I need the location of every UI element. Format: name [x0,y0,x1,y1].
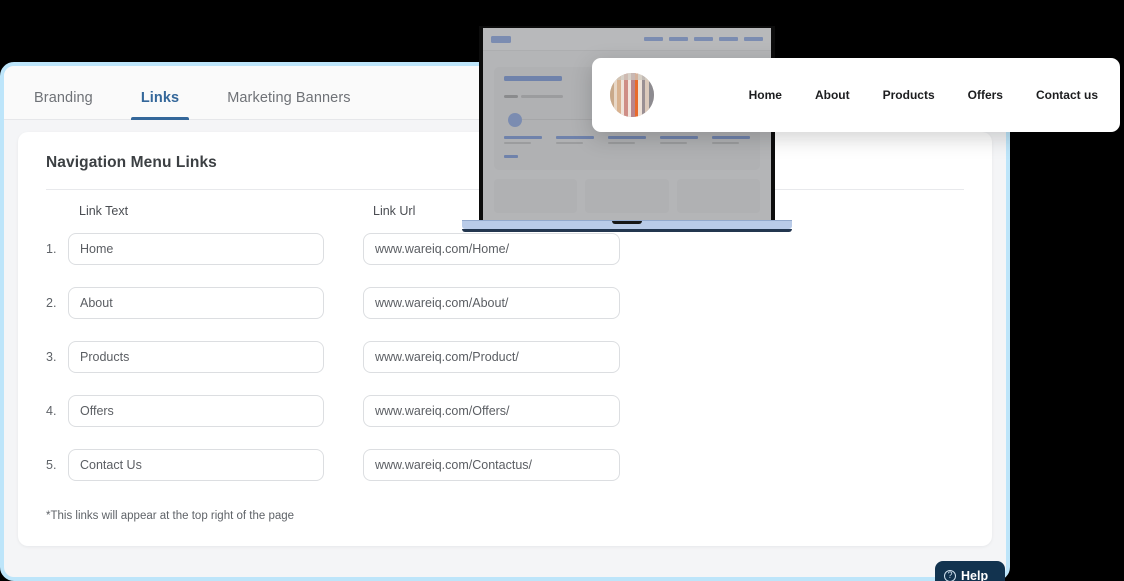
link-url-input[interactable]: www.wareiq.com/Contactus/ [363,449,620,481]
preview-link-products[interactable]: Products [883,88,935,102]
mock-card-row [494,179,760,213]
mock-nav-item [694,37,713,41]
mock-card [494,179,578,213]
row-index: 5. [46,458,57,472]
mock-nav-item [744,37,763,41]
mock-step-label [712,135,750,144]
link-url-input[interactable]: www.wareiq.com/Home/ [363,233,620,265]
table-row: 5. Contact Us www.wareiq.com/Contactus/ [46,438,964,492]
mock-nav-item [669,37,688,41]
mock-heading-bar [504,76,562,81]
help-circle-icon: ? [944,570,956,581]
column-header-link-text: Link Text [79,204,129,218]
tab-marketing-banners[interactable]: Marketing Banners [217,90,360,119]
link-text-input[interactable]: Contact Us [68,449,324,481]
preview-link-about[interactable]: About [815,88,850,102]
table-row: 3. Products www.wareiq.com/Product/ [46,330,964,384]
preview-link-contact-us[interactable]: Contact us [1036,88,1098,102]
mock-step-label [608,135,646,144]
mock-nav-placeholders [644,37,763,41]
link-text-input[interactable]: Products [68,341,324,373]
link-text-input[interactable]: Offers [68,395,324,427]
mock-nav-item [719,37,738,41]
laptop-base-shadow [462,229,792,232]
avatar-artwork [610,73,654,117]
row-index: 3. [46,350,57,364]
laptop-base [462,220,792,229]
navbar-preview-card: Home About Products Offers Contact us [592,58,1120,132]
mock-step-label [660,135,698,144]
link-url-input[interactable]: www.wareiq.com/About/ [363,287,620,319]
tab-links[interactable]: Links [130,90,190,120]
link-text-input[interactable]: Home [68,233,324,265]
row-index: 2. [46,296,57,310]
mock-step-label [556,135,594,144]
mock-site-header [483,28,771,51]
mock-step-dot [508,112,522,127]
link-url-input[interactable]: www.wareiq.com/Offers/ [363,395,620,427]
footnote: *This links will appear at the top right… [46,510,295,522]
mock-card [585,179,669,213]
tab-branding[interactable]: Branding [24,90,103,119]
mock-subtext-bar [521,94,563,98]
link-url-input[interactable]: www.wareiq.com/Product/ [363,341,620,373]
help-button[interactable]: ? Help [935,561,1005,581]
mock-logo-placeholder [491,35,511,43]
mock-card [676,179,760,213]
row-index: 1. [46,242,57,256]
preview-link-home[interactable]: Home [749,88,782,102]
row-index: 4. [46,404,57,418]
link-text-input[interactable]: About [68,287,324,319]
screenshot-root: Branding Links Marketing Banners Navigat… [0,0,1124,581]
table-row: 4. Offers www.wareiq.com/Offers/ [46,384,964,438]
mock-step-label [504,135,542,144]
mock-nav-item [644,37,663,41]
preview-nav-links: Home About Products Offers Contact us [749,88,1098,102]
mock-link-placeholder [504,155,518,158]
table-row: 2. About www.wareiq.com/About/ [46,276,964,330]
mock-step-labels [504,135,750,144]
mock-subtext-bar [504,94,518,98]
preview-link-offers[interactable]: Offers [968,88,1003,102]
store-avatar-image [610,73,654,117]
help-button-label: Help [961,569,989,581]
